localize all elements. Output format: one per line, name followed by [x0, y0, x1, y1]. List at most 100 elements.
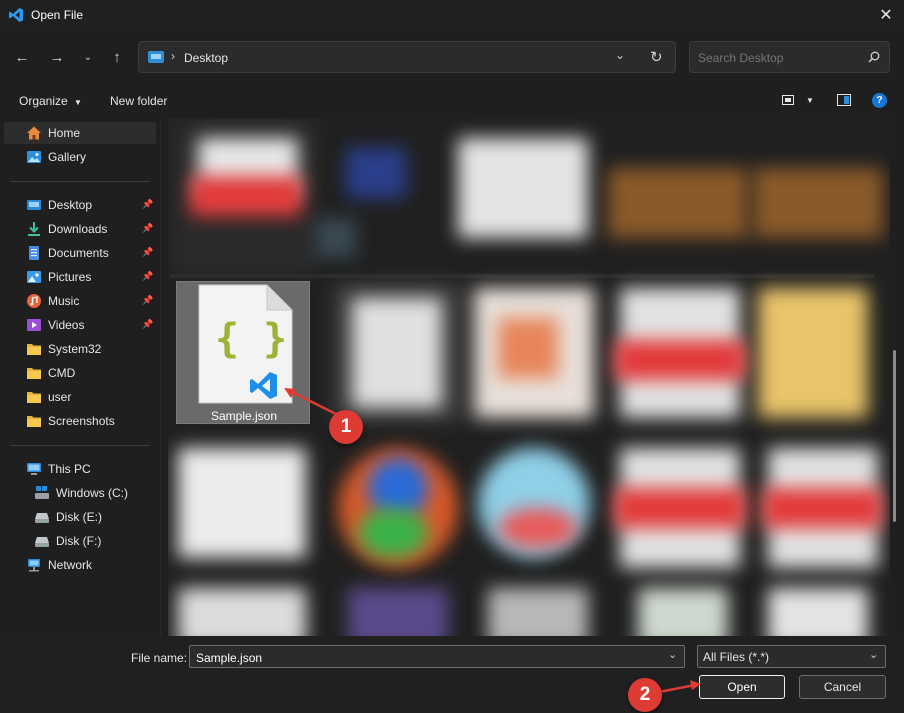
help-icon[interactable]: ? — [872, 93, 887, 108]
sidebar-item-label: Downloads — [48, 222, 108, 236]
sidebar-item-user[interactable]: user — [4, 386, 156, 408]
sidebar-item-this-pc[interactable]: This PC — [4, 458, 156, 480]
view-dropdown-icon[interactable]: ▼ — [806, 96, 814, 105]
drive-icon — [35, 537, 49, 547]
scrollbar-thumb[interactable] — [893, 350, 896, 522]
blurred-thumbnail — [316, 218, 356, 258]
pin-icon[interactable]: 📌 — [142, 295, 153, 305]
sidebar-item-label: Network — [48, 558, 93, 572]
sidebar-item-label: Gallery — [48, 150, 87, 164]
cancel-button[interactable]: Cancel — [799, 675, 886, 699]
address-dropdown-icon[interactable]: ⌄ — [615, 48, 625, 62]
file-name-dropdown-icon[interactable]: ⌄ — [668, 648, 677, 661]
blurred-thumbnail — [488, 588, 588, 636]
sidebar-item-label: Documents — [48, 246, 109, 260]
breadcrumb-separator-icon: › — [171, 49, 175, 63]
file-name-combobox[interactable]: ⌄ — [189, 645, 685, 668]
toolbar: Organize ▼ New folder ▼ ? — [0, 86, 904, 116]
sidebar-item-pictures[interactable]: Pictures 📌 — [4, 266, 156, 288]
sidebar-item-desktop[interactable]: Desktop 📌 — [4, 194, 156, 216]
pictures-icon — [27, 271, 41, 283]
back-arrow-icon[interactable]: ← — [11, 47, 33, 69]
blurred-thumbnail — [614, 488, 746, 528]
documents-icon — [29, 246, 39, 260]
organize-button[interactable]: Organize ▼ — [19, 94, 82, 108]
blurred-thumbnail — [753, 168, 883, 238]
pin-icon[interactable]: 📌 — [142, 319, 153, 329]
sidebar-item-home[interactable]: Home — [4, 122, 156, 144]
pin-icon[interactable]: 📌 — [142, 247, 153, 257]
up-arrow-icon[interactable]: ↑ — [106, 47, 128, 69]
sidebar-item-videos[interactable]: Videos 📌 — [4, 314, 156, 336]
search-input[interactable] — [696, 48, 865, 68]
blurred-thumbnail — [348, 588, 448, 636]
breadcrumb-desktop[interactable]: Desktop — [184, 51, 228, 65]
blurred-thumbnail — [614, 340, 746, 380]
sidebar-item-gallery[interactable]: Gallery — [4, 146, 156, 168]
sidebar-item-cmd[interactable]: CMD — [4, 362, 156, 384]
blurred-thumbnail — [458, 138, 588, 238]
vscode-icon — [9, 8, 23, 22]
folder-icon — [27, 344, 41, 355]
sidebar-item-label: Windows (C:) — [56, 486, 129, 500]
address-bar[interactable]: › Desktop ⌄ ↻ — [138, 41, 676, 73]
pin-icon[interactable]: 📌 — [142, 199, 153, 209]
file-list-pane[interactable]: { } Sample.json — [168, 118, 890, 636]
sidebar-item-system32[interactable]: System32 — [4, 338, 156, 360]
preview-pane-icon[interactable] — [837, 94, 851, 106]
blurred-thumbnail — [346, 148, 406, 198]
open-button[interactable]: Open — [699, 675, 785, 699]
sidebar-item-network[interactable]: Network — [4, 554, 156, 576]
sidebar-item-label: Videos — [48, 318, 85, 332]
desktop-icon — [27, 200, 41, 210]
sidebar-item-label: user — [48, 390, 72, 404]
new-folder-label: New folder — [110, 94, 168, 108]
sidebar-item-label: CMD — [48, 366, 76, 380]
file-type-dropdown-icon[interactable]: ⌄ — [869, 648, 878, 661]
refresh-icon[interactable]: ↻ — [650, 48, 663, 66]
pin-icon[interactable]: 📌 — [142, 271, 153, 281]
search-box[interactable] — [689, 41, 890, 73]
blurred-thumbnail — [498, 508, 578, 548]
file-type-select[interactable]: All Files (*.*) ⌄ — [697, 645, 886, 668]
sidebar-divider — [10, 181, 150, 182]
sidebar-item-documents[interactable]: Documents 📌 — [4, 242, 156, 264]
desktop-location-icon — [148, 51, 164, 63]
file-name-input[interactable] — [194, 648, 658, 667]
blurred-thumbnail — [358, 508, 428, 558]
close-icon[interactable]: ✕ — [876, 6, 896, 26]
folder-icon — [27, 416, 41, 427]
sidebar-item-downloads[interactable]: Downloads 📌 — [4, 218, 156, 240]
recent-chevron-icon[interactable]: ⌄ — [77, 47, 99, 69]
sidebar-item-label: Screenshots — [48, 414, 115, 428]
computer-icon — [27, 463, 41, 475]
sidebar-item-windows-c[interactable]: Windows (C:) — [4, 482, 156, 504]
sidebar-item-screenshots[interactable]: Screenshots — [4, 410, 156, 432]
annotation-badge-2: 2 — [628, 678, 662, 712]
blurred-thumbnail — [608, 168, 748, 238]
view-icon[interactable] — [782, 95, 794, 105]
blurred-thumbnail — [762, 488, 882, 528]
new-folder-button[interactable]: New folder — [110, 94, 167, 108]
sidebar-item-music[interactable]: Music 📌 — [4, 290, 156, 312]
blurred-thumbnail — [638, 588, 728, 636]
title-bar: Open File ✕ — [0, 0, 904, 32]
annotation-arrow-2 — [658, 680, 701, 694]
sidebar-item-disk-e[interactable]: Disk (E:) — [4, 506, 156, 528]
folder-icon — [27, 368, 41, 379]
sidebar-item-disk-f[interactable]: Disk (F:) — [4, 530, 156, 552]
file-type-value: All Files (*.*) — [703, 650, 770, 664]
music-icon — [27, 294, 41, 308]
blurred-thumbnail — [178, 448, 306, 558]
annotation-badge-1: 1 — [329, 410, 363, 444]
blurred-thumbnail — [352, 298, 442, 408]
sidebar-item-label: System32 — [48, 342, 102, 356]
pin-icon[interactable]: 📌 — [142, 223, 153, 233]
dialog-footer: File name: ⌄ All Files (*.*) ⌄ Open Canc… — [0, 636, 904, 713]
forward-arrow-icon[interactable]: → — [46, 47, 68, 69]
row-divider — [170, 274, 874, 278]
folder-icon — [27, 392, 41, 403]
network-icon — [28, 559, 40, 572]
sidebar-item-label: Desktop — [48, 198, 93, 212]
search-icon — [868, 51, 880, 63]
